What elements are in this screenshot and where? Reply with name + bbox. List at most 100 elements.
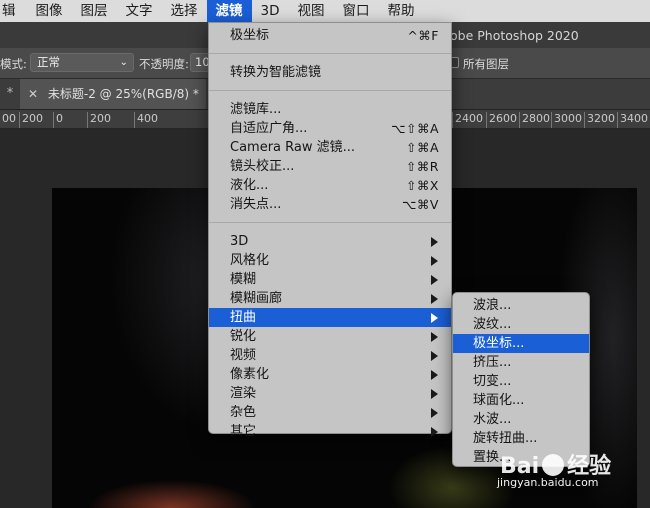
submenu-item-twirl[interactable]: 旋转扭曲... — [453, 429, 589, 448]
menu-item-blur[interactable]: 模糊 — [209, 270, 451, 289]
distort-submenu: 波浪... 波纹... 极坐标... 挤压... 切变... 球面化... 水波… — [452, 292, 590, 467]
menu-item-label: 模糊画廊 — [230, 291, 283, 306]
menu-item-adaptive-wide-angle[interactable]: 自适应广角... ⌥⇧⌘A — [209, 119, 451, 138]
menu-3d[interactable]: 3D — [252, 0, 289, 22]
submenu-item-shear[interactable]: 切变... — [453, 372, 589, 391]
menu-item-video[interactable]: 视频 — [209, 346, 451, 365]
menu-select[interactable]: 选择 — [162, 0, 207, 22]
filter-menu: 极坐标 ^⌘F 转换为智能滤镜 滤镜库... 自适应广角... ⌥⇧⌘A Cam… — [208, 22, 452, 439]
menu-item-label: 锐化 — [230, 329, 257, 344]
submenu-item-ripple[interactable]: 波纹... — [453, 315, 589, 334]
submenu-arrow-icon — [431, 389, 438, 399]
opacity-label: 不透明度: — [139, 57, 189, 71]
chevron-down-icon: ⌄ — [119, 57, 128, 68]
menu-separator — [209, 90, 451, 91]
shortcut: ^⌘F — [407, 28, 439, 43]
ruler-tick: 200 — [19, 112, 43, 128]
submenu-arrow-icon — [431, 256, 438, 266]
tab-active-document[interactable]: ✕ 未标题-2 @ 25%(RGB/8) * — [20, 79, 206, 109]
submenu-arrow-icon — [431, 408, 438, 418]
menu-view[interactable]: 视图 — [288, 0, 333, 22]
ruler-tick: 00 — [2, 112, 16, 125]
ruler-tick: 2800 — [519, 112, 550, 128]
menu-item-label: 自适应广角... — [230, 121, 308, 136]
menu-item-label: 其它 — [230, 424, 257, 439]
paw-icon — [542, 454, 565, 476]
ruler-tick: 2400 — [452, 112, 483, 128]
shortcut: ⇧⌘R — [405, 159, 439, 174]
menu-item-stylize[interactable]: 风格化 — [209, 251, 451, 270]
submenu-item-zigzag[interactable]: 水波... — [453, 410, 589, 429]
menu-item-label: 转换为智能滤镜 — [230, 65, 322, 80]
ruler-tick: 3200 — [584, 112, 615, 128]
menu-item-lens-correction[interactable]: 镜头校正... ⇧⌘R — [209, 157, 451, 176]
ruler-tick: 3000 — [551, 112, 582, 128]
tab-title: 未标题-2 @ 25%(RGB/8) * — [47, 87, 199, 101]
menu-item-camera-raw[interactable]: Camera Raw 滤镜... ⇧⌘A — [209, 138, 451, 157]
shortcut: ⇧⌘A — [405, 140, 439, 155]
submenu-arrow-icon — [431, 370, 438, 380]
submenu-arrow-icon — [431, 294, 438, 304]
menu-item-noise[interactable]: 杂色 — [209, 403, 451, 422]
menu-item-label: 视频 — [230, 348, 257, 363]
submenu-arrow-icon — [431, 275, 438, 285]
ruler-tick: 400 — [134, 112, 158, 128]
menu-item-vanishing-point[interactable]: 消失点... ⌥⌘V — [209, 195, 451, 214]
menu-image[interactable]: 图像 — [27, 0, 72, 22]
menu-filter[interactable]: 滤镜 — [206, 0, 252, 22]
close-icon[interactable]: ✕ — [28, 79, 38, 109]
submenu-arrow-icon — [431, 332, 438, 342]
shortcut: ⌥⇧⌘A — [391, 121, 439, 136]
app-title: obe Photoshop 2020 — [450, 28, 579, 43]
watermark-url: jingyan.baidu.com — [497, 476, 599, 489]
blend-mode-select[interactable]: 正常 ⌄ — [30, 53, 134, 72]
menu-window[interactable]: 窗口 — [333, 0, 378, 22]
menu-item-label: 模糊 — [230, 272, 257, 287]
all-layers-label: 所有图层 — [463, 57, 509, 71]
submenu-item-spherize[interactable]: 球面化... — [453, 391, 589, 410]
menu-item-blur-gallery[interactable]: 模糊画廊 — [209, 289, 451, 308]
menu-item-label: 极坐标 — [230, 28, 270, 43]
ruler-tick: 200 — [87, 112, 111, 128]
menu-separator — [209, 53, 451, 54]
menu-item-label: 液化... — [230, 178, 269, 193]
submenu-item-wave[interactable]: 波浪... — [453, 296, 589, 315]
ruler-tick: 2600 — [486, 112, 517, 128]
menu-layer[interactable]: 图层 — [72, 0, 117, 22]
submenu-arrow-icon — [431, 237, 438, 247]
menu-edit[interactable]: 辑 — [0, 0, 27, 22]
submenu-arrow-icon — [431, 313, 438, 323]
menu-item-convert-smart-filter[interactable]: 转换为智能滤镜 — [209, 63, 451, 82]
menu-item-label: 渲染 — [230, 386, 257, 401]
submenu-item-polar-coordinates[interactable]: 极坐标... — [453, 334, 589, 353]
menu-item-distort[interactable]: 扭曲 — [209, 308, 451, 327]
submenu-arrow-icon — [431, 427, 438, 437]
ruler-tick: 3400 — [617, 112, 648, 128]
shortcut: ⇧⌘X — [405, 178, 439, 193]
menu-item-label: 风格化 — [230, 253, 270, 268]
menu-item-label: 消失点... — [230, 197, 282, 212]
ruler-tick: 0 — [53, 112, 63, 128]
menu-item-label: 杂色 — [230, 405, 257, 420]
menu-help[interactable]: 帮助 — [378, 0, 423, 22]
menu-item-label: 像素化 — [230, 367, 270, 382]
mode-label: 模式: — [0, 57, 27, 71]
menu-item-sharpen[interactable]: 锐化 — [209, 327, 451, 346]
submenu-arrow-icon — [431, 351, 438, 361]
menu-item-filter-gallery[interactable]: 滤镜库... — [209, 100, 451, 119]
menu-item-last-filter[interactable]: 极坐标 ^⌘F — [209, 26, 451, 45]
menu-item-label: Camera Raw 滤镜... — [230, 140, 356, 155]
submenu-item-pinch[interactable]: 挤压... — [453, 353, 589, 372]
tab-previous-document[interactable]: * — [0, 79, 21, 109]
menu-item-render[interactable]: 渲染 — [209, 384, 451, 403]
blend-mode-value: 正常 — [37, 55, 60, 69]
menu-item-liquify[interactable]: 液化... ⇧⌘X — [209, 176, 451, 195]
menubar: 辑 图像 图层 文字 选择 滤镜 3D 视图 窗口 帮助 — [0, 0, 650, 22]
menu-type[interactable]: 文字 — [117, 0, 162, 22]
menu-item-pixelate[interactable]: 像素化 — [209, 365, 451, 384]
menu-item-other[interactable]: 其它 — [209, 422, 451, 441]
menu-separator — [209, 222, 451, 223]
menu-item-label: 镜头校正... — [230, 159, 295, 174]
menu-item-label: 3D — [230, 234, 249, 249]
menu-item-3d[interactable]: 3D — [209, 232, 451, 251]
